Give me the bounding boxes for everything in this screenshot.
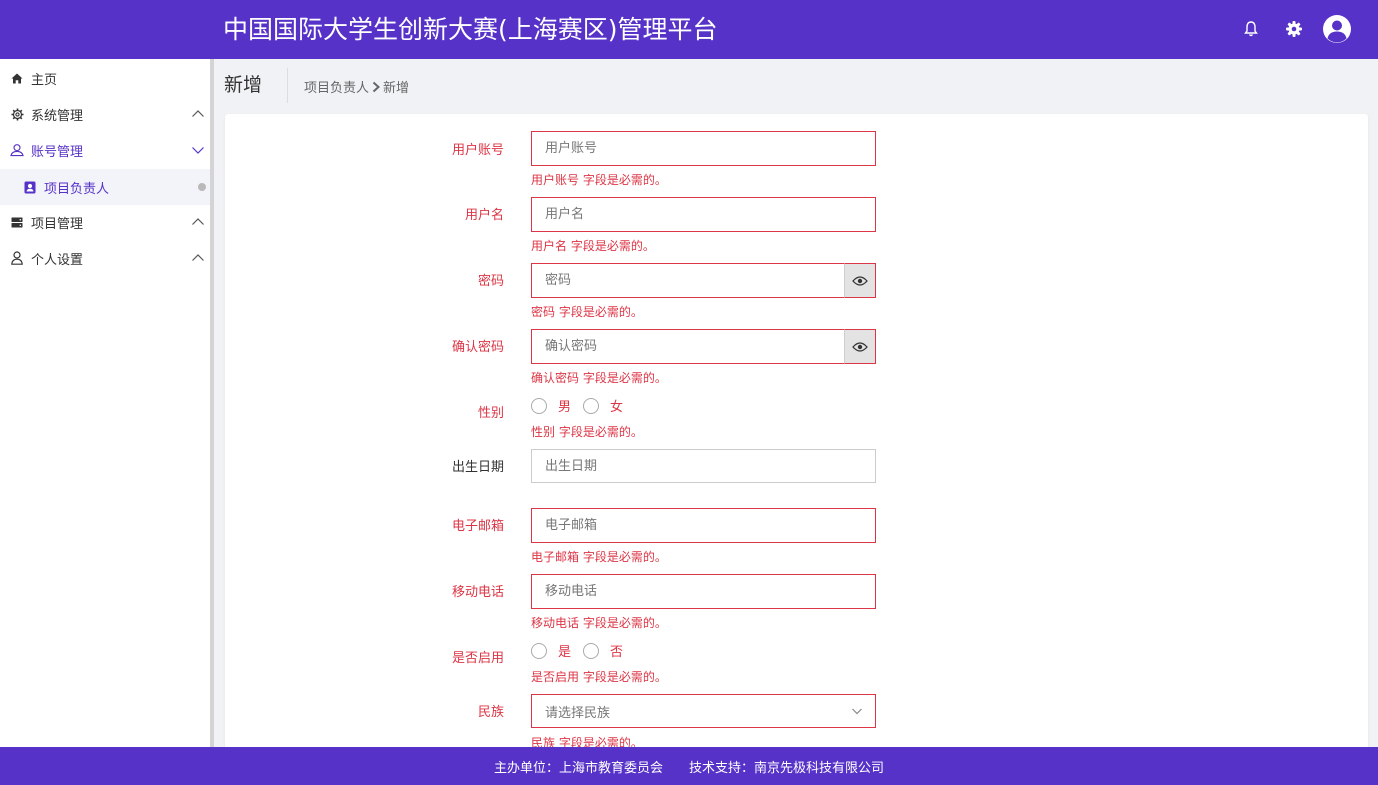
- email-label: 电子邮箱: [451, 519, 504, 534]
- radio-label: 是: [558, 645, 572, 660]
- confirm-password-input[interactable]: [531, 329, 845, 364]
- username-input[interactable]: [531, 131, 876, 166]
- sidebar-item-account[interactable]: 账号管理: [0, 132, 210, 168]
- footer: 主办单位：上海市教育委员会 技术支持：南京先极科技有限公司: [0, 747, 1378, 785]
- chevron-right-icon: [371, 81, 381, 93]
- gear-outline-icon: [10, 107, 24, 121]
- contact-card-icon: [23, 180, 37, 194]
- mobile-label: 移动电话: [451, 585, 504, 600]
- show-password-button[interactable]: [844, 263, 876, 298]
- gender-radio-group: 男 女: [531, 396, 635, 415]
- radio-label: 女: [610, 400, 624, 415]
- breadcrumb-current: 新增: [383, 81, 410, 96]
- confirm-password-error: 确认密码 字段是必需的。: [531, 371, 667, 385]
- home-icon: [10, 71, 24, 85]
- chevron-up-icon: [192, 254, 204, 261]
- radio-button[interactable]: [531, 397, 547, 414]
- enabled-error: 是否启用 字段是必需的。: [531, 670, 667, 684]
- password-label: 密码: [477, 274, 504, 289]
- email-error: 电子邮箱 字段是必需的。: [531, 550, 667, 564]
- sidebar-item-personal[interactable]: 个人设置: [0, 240, 210, 276]
- user-avatar-icon[interactable]: [1322, 14, 1352, 44]
- enabled-radio-group: 是 否: [531, 641, 635, 660]
- active-indicator-dot: [198, 183, 206, 191]
- sidebar-item-projects[interactable]: 项目管理: [0, 204, 210, 240]
- gender-option-female[interactable]: 女: [583, 396, 623, 415]
- sidebar-subitem-project-lead[interactable]: 项目负责人: [0, 169, 210, 205]
- sidebar: 主页 系统管理 账号管理 项目负责人 项目管理 个人设置: [0, 59, 210, 747]
- ethnicity-select[interactable]: 请选择民族: [531, 694, 876, 728]
- breadcrumb: 项目负责人 新增: [304, 77, 409, 96]
- account-icon: [10, 143, 24, 157]
- mobile-input[interactable]: [531, 574, 876, 609]
- gear-icon[interactable]: [1282, 17, 1306, 41]
- radio-button[interactable]: [583, 642, 600, 659]
- page-header: 新增 项目负责人 新增: [214, 59, 1378, 111]
- sidebar-item-system[interactable]: 系统管理: [0, 96, 210, 132]
- chevron-up-icon: [192, 110, 204, 117]
- bell-icon[interactable]: [1239, 17, 1263, 41]
- chevron-up-icon: [192, 218, 204, 225]
- birthday-label: 出生日期: [451, 460, 504, 475]
- sidebar-scrollbar[interactable]: [210, 59, 214, 747]
- password-error: 密码 字段是必需的。: [531, 305, 643, 319]
- header-divider: [287, 68, 288, 103]
- app-title: 中国国际大学生创新大赛(上海赛区)管理平台: [223, 15, 718, 44]
- page-title: 新增: [224, 74, 263, 96]
- gender-label: 性别: [477, 406, 504, 421]
- ethnicity-select-placeholder: 请选择民族: [545, 705, 611, 721]
- enabled-label: 是否启用: [451, 651, 504, 666]
- name-error: 用户名 字段是必需的。: [531, 239, 655, 253]
- mobile-error: 移动电话 字段是必需的。: [531, 616, 667, 630]
- sidebar-subitem-label: 项目负责人: [44, 181, 110, 197]
- gender-option-male[interactable]: 男: [531, 396, 571, 415]
- footer-host: 主办单位：上海市教育委员会: [493, 760, 663, 776]
- sidebar-item-label: 系统管理: [31, 108, 84, 124]
- enabled-option-yes[interactable]: 是: [531, 641, 571, 660]
- server-icon: [10, 215, 24, 229]
- radio-button[interactable]: [583, 397, 600, 414]
- footer-support: 技术支持：南京先极科技有限公司: [689, 760, 885, 776]
- ethnicity-label: 民族: [477, 705, 504, 720]
- chevron-down-icon: [852, 708, 862, 715]
- gender-error: 性别 字段是必需的。: [531, 425, 643, 439]
- radio-button[interactable]: [531, 642, 547, 659]
- name-input[interactable]: [531, 197, 876, 232]
- username-label: 用户账号: [451, 143, 504, 158]
- user-icon: [10, 251, 24, 265]
- chevron-down-icon: [192, 147, 204, 154]
- sidebar-item-label: 项目管理: [31, 216, 84, 232]
- sidebar-item-label: 账号管理: [31, 144, 84, 160]
- radio-label: 男: [558, 400, 572, 415]
- password-input[interactable]: [531, 263, 845, 298]
- enabled-option-no[interactable]: 否: [583, 641, 623, 660]
- top-header: 中国国际大学生创新大赛(上海赛区)管理平台: [0, 0, 1378, 59]
- eye-icon: [852, 275, 868, 286]
- sidebar-item-label: 主页: [31, 72, 58, 88]
- birthday-input[interactable]: [531, 449, 876, 483]
- name-label: 用户名: [464, 208, 504, 223]
- show-confirm-password-button[interactable]: [844, 329, 876, 364]
- sidebar-item-home[interactable]: 主页: [0, 60, 210, 96]
- confirm-password-label: 确认密码: [451, 340, 504, 355]
- eye-icon: [852, 341, 868, 352]
- sidebar-item-label: 个人设置: [31, 252, 84, 268]
- breadcrumb-link[interactable]: 项目负责人: [304, 77, 369, 96]
- radio-label: 否: [610, 645, 624, 660]
- username-error: 用户账号 字段是必需的。: [531, 173, 667, 187]
- email-input[interactable]: [531, 508, 876, 543]
